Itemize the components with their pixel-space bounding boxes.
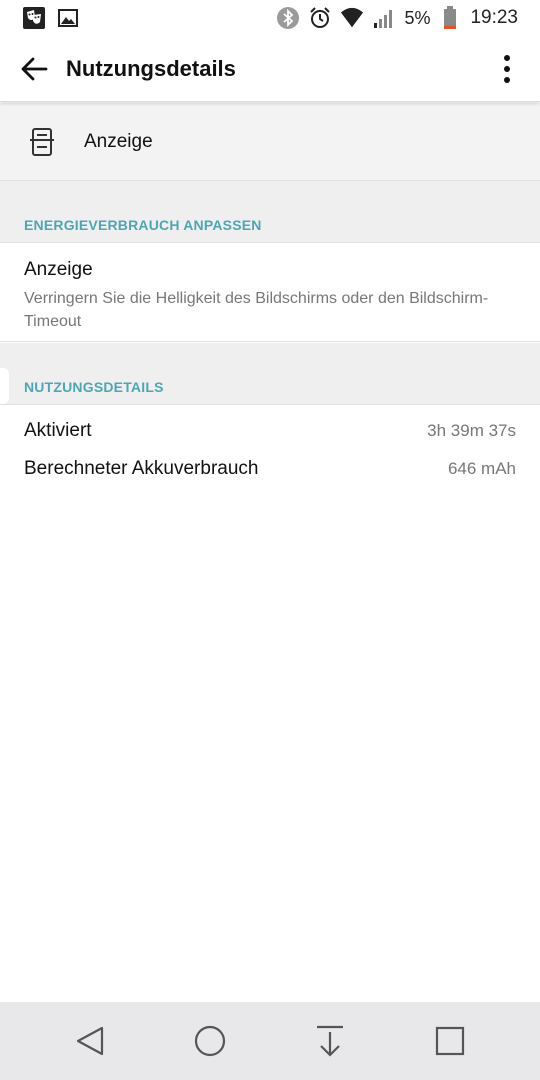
bluetooth-icon	[276, 6, 300, 30]
battery-percent: 5%	[404, 7, 431, 28]
arrow-left-icon	[21, 57, 48, 80]
display-adjust-title: Anzeige	[24, 259, 93, 280]
page-title: Nutzungsdetails	[66, 55, 236, 81]
overflow-menu-button[interactable]	[482, 36, 532, 102]
navigation-bar	[0, 1002, 540, 1080]
triangle-back-icon	[76, 1026, 104, 1056]
section-header-energy-label: ENERGIEVERBRAUCH ANPASSEN	[24, 217, 262, 233]
usage-row-active: Aktiviert 3h 39m 37s	[0, 412, 540, 450]
usage-active-label: Aktiviert	[24, 420, 92, 441]
theater-masks-icon	[22, 6, 46, 30]
section-header-usage-label: NUTZUNGSDETAILS	[24, 379, 164, 395]
usage-battery-label: Berechneter Akkuverbrauch	[24, 458, 259, 479]
nav-home-button[interactable]	[180, 1011, 240, 1071]
battery-low-icon	[438, 6, 462, 30]
usage-row-battery: Berechneter Akkuverbrauch 646 mAh	[0, 450, 540, 488]
display-adjust-summary: Verringern Sie die Helligkeit des Bildsc…	[24, 290, 489, 330]
alarm-clock-icon	[308, 6, 332, 30]
wifi-icon	[340, 6, 364, 30]
usage-active-value: 3h 39m 37s	[427, 421, 516, 440]
nav-recents-button[interactable]	[420, 1011, 480, 1071]
section-header-usage: NUTZUNGSDETAILS	[0, 343, 540, 405]
app-header-row: Anzeige	[0, 103, 540, 181]
square-recents-icon	[435, 1026, 465, 1056]
status-bar: 5% 19:23	[0, 0, 540, 36]
circle-home-icon	[194, 1025, 226, 1057]
app-name: Anzeige	[84, 130, 153, 152]
clock-time: 19:23	[470, 7, 518, 28]
status-right: 5% 19:23	[276, 6, 518, 30]
image-icon	[56, 6, 80, 30]
more-vertical-icon	[504, 54, 510, 83]
back-button[interactable]	[4, 36, 64, 102]
usage-battery-value: 646 mAh	[447, 459, 516, 478]
edge-handle[interactable]	[0, 368, 9, 404]
section-header-energy: ENERGIEVERBRAUCH ANPASSEN	[0, 181, 540, 243]
nav-back-button[interactable]	[60, 1011, 120, 1071]
app-bar: Nutzungsdetails	[0, 36, 540, 102]
status-left	[22, 6, 80, 30]
signal-strength-icon	[372, 6, 396, 30]
display-icon	[24, 124, 60, 160]
arrow-down-bar-icon	[317, 1025, 343, 1057]
nav-notifications-button[interactable]	[300, 1011, 360, 1071]
display-adjust-item[interactable]: Anzeige Verringern Sie die Helligkeit de…	[0, 243, 540, 342]
